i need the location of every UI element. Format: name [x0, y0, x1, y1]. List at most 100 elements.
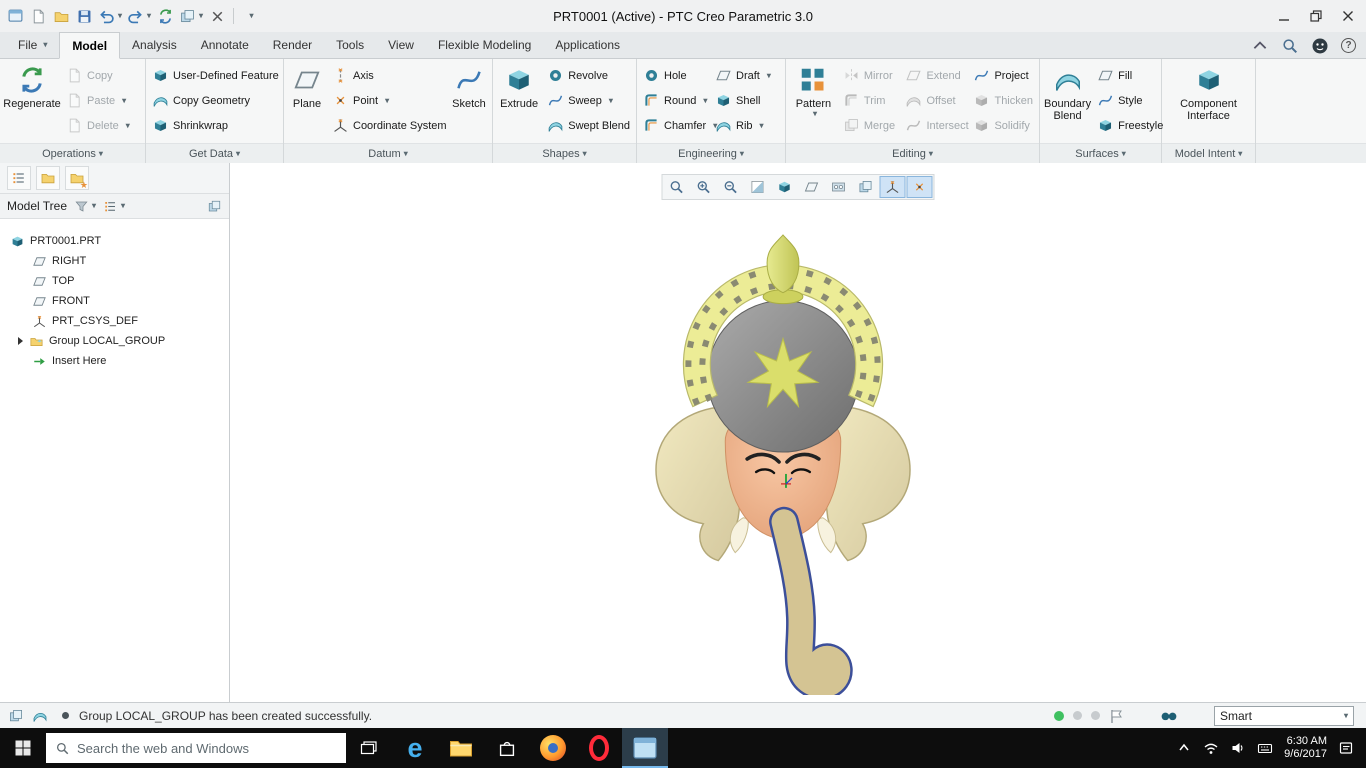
tree-show-button[interactable]	[207, 199, 222, 214]
ribbon-button-delete[interactable]: Delete ▾	[63, 113, 133, 138]
taskbar-clock[interactable]: 6:30 AM 9/6/2017	[1284, 735, 1327, 761]
ribbon-button-style[interactable]: Style	[1094, 88, 1166, 113]
save-button[interactable]	[73, 4, 95, 28]
repaint-button[interactable]	[745, 176, 771, 198]
zoom-out-button[interactable]	[718, 176, 744, 198]
ribbon-button-intersect[interactable]: Intersect	[902, 113, 969, 138]
tab-applications[interactable]: Applications	[543, 32, 632, 58]
network-wifi-icon[interactable]	[1203, 740, 1219, 756]
file-explorer-taskbar-icon[interactable]	[438, 728, 484, 768]
tree-item-default-csys[interactable]: PRT_CSYS_DEF	[0, 311, 229, 331]
group-label-shapes[interactable]: Shapes ▾	[493, 143, 636, 163]
favorites-tab-button[interactable]: ★	[65, 166, 89, 190]
ribbon-button-sweep[interactable]: Sweep ▾	[544, 88, 633, 113]
tab-annotate[interactable]: Annotate	[189, 32, 261, 58]
undo-button[interactable]: ▾	[96, 4, 124, 28]
ribbon-button-trim[interactable]: Trim	[840, 88, 901, 113]
ribbon-button-copy-geometry[interactable]: Copy Geometry	[149, 88, 282, 113]
perspective-button[interactable]	[799, 176, 825, 198]
ribbon-button-hole[interactable]: Hole	[640, 63, 710, 88]
group-label-operations[interactable]: Operations ▾	[0, 143, 145, 163]
redo-button[interactable]: ▾	[125, 4, 153, 28]
ribbon-button-revolve[interactable]: Revolve	[544, 63, 633, 88]
help-icon[interactable]: ?	[1341, 38, 1356, 53]
app-icon[interactable]	[4, 4, 26, 28]
new-file-button[interactable]	[27, 4, 49, 28]
regenerate-quick-button[interactable]	[154, 4, 176, 28]
annotation-display-button[interactable]	[906, 176, 933, 198]
graphics-area[interactable]	[230, 163, 1366, 702]
minimize-ribbon-button[interactable]	[1251, 37, 1269, 55]
selection-filter-dropdown[interactable]: Smart ▾	[1214, 705, 1354, 726]
firefox-taskbar-icon[interactable]	[530, 728, 576, 768]
group-label-surfaces[interactable]: Surfaces ▾	[1040, 143, 1161, 163]
group-label-model-intent[interactable]: Model Intent ▾	[1162, 143, 1255, 163]
ribbon-button-regenerate[interactable]: Regenerate	[3, 62, 61, 140]
tree-item-front-plane[interactable]: FRONT	[0, 291, 229, 311]
tree-item-local-group[interactable]: Group LOCAL_GROUP	[0, 331, 229, 351]
taskbar-search[interactable]	[46, 733, 346, 763]
tree-item-part-root[interactable]: PRT0001.PRT	[0, 231, 229, 251]
saved-orientations-button[interactable]	[826, 176, 852, 198]
close-window-button[interactable]	[206, 4, 228, 28]
minimize-button[interactable]	[1270, 5, 1298, 27]
group-label-get-data[interactable]: Get Data ▾	[146, 143, 283, 163]
tab-model[interactable]: Model	[59, 32, 121, 59]
tree-columns-button[interactable]: ▾	[103, 199, 125, 214]
tab-render[interactable]: Render	[261, 32, 324, 58]
tab-tools[interactable]: Tools	[324, 32, 376, 58]
action-center-icon[interactable]	[1338, 740, 1354, 756]
ribbon-button-round[interactable]: Round ▾	[640, 88, 710, 113]
group-label-editing[interactable]: Editing ▾	[786, 143, 1039, 163]
expand-arrow-icon[interactable]	[18, 337, 23, 345]
restore-button[interactable]	[1302, 5, 1330, 27]
ribbon-button-fill[interactable]: Fill	[1094, 63, 1166, 88]
creo-taskbar-icon[interactable]	[622, 728, 668, 768]
ribbon-button-extrude[interactable]: Extrude	[496, 62, 542, 140]
ribbon-button-sketch[interactable]: Sketch	[449, 62, 489, 140]
ribbon-button-coordinate-system[interactable]: Coordinate System	[329, 113, 447, 138]
tab-flexible-modeling[interactable]: Flexible Modeling	[426, 32, 543, 58]
start-button[interactable]	[0, 728, 46, 768]
ribbon-button-copy[interactable]: Copy	[63, 63, 133, 88]
ribbon-button-mirror[interactable]: Mirror	[840, 63, 901, 88]
ribbon-button-draft[interactable]: Draft ▾	[712, 63, 782, 88]
ganesha-3d-model[interactable]	[618, 227, 948, 695]
zoom-in-button[interactable]	[691, 176, 717, 198]
ribbon-button-project[interactable]: Project	[970, 63, 1036, 88]
group-label-datum[interactable]: Datum ▾	[284, 143, 492, 163]
window-switch-button[interactable]: ▾	[177, 4, 205, 28]
tab-view[interactable]: View	[376, 32, 426, 58]
tray-chevron-icon[interactable]	[1176, 740, 1192, 756]
close-button[interactable]	[1334, 5, 1362, 27]
tree-filters-button[interactable]: ▾	[74, 199, 96, 214]
ribbon-button-extend[interactable]: Extend	[902, 63, 968, 88]
ribbon-button-boundary-blend[interactable]: Boundary Blend	[1043, 62, 1092, 140]
search-model-icon[interactable]	[1160, 708, 1178, 723]
ribbon-button-plane[interactable]: Plane	[287, 62, 327, 140]
ribbon-button-chamfer[interactable]: Chamfer ▾	[640, 113, 717, 138]
ribbon-button-pattern[interactable]: Pattern ▾	[789, 62, 838, 140]
ribbon-button-point[interactable]: Point ▾	[329, 88, 447, 113]
touch-keyboard-icon[interactable]	[1257, 740, 1273, 756]
tree-item-right-plane[interactable]: RIGHT	[0, 251, 229, 271]
refit-button[interactable]	[664, 176, 690, 198]
browser-toggle-icon[interactable]	[32, 708, 48, 724]
tab-file[interactable]: File ▾	[6, 32, 59, 58]
navigator-toggle-icon[interactable]	[8, 708, 24, 724]
opera-taskbar-icon[interactable]	[576, 728, 622, 768]
tree-item-top-plane[interactable]: TOP	[0, 271, 229, 291]
ribbon-button-user-defined-feature[interactable]: User-Defined Feature	[149, 63, 282, 88]
ribbon-button-freestyle[interactable]: Freestyle	[1094, 113, 1166, 138]
tab-analysis[interactable]: Analysis	[120, 32, 189, 58]
ribbon-button-offset[interactable]: Offset	[902, 88, 968, 113]
taskbar-search-input[interactable]	[77, 740, 337, 756]
volume-icon[interactable]	[1230, 740, 1246, 756]
datum-display-filters-button[interactable]	[879, 176, 906, 198]
ribbon-button-shell[interactable]: Shell	[712, 88, 782, 113]
ribbon-button-thicken[interactable]: Thicken	[970, 88, 1036, 113]
customize-qat-button[interactable]: ▾	[239, 4, 261, 28]
store-taskbar-icon[interactable]	[484, 728, 530, 768]
view-manager-button[interactable]	[853, 176, 879, 198]
model-tree-tab-button[interactable]	[7, 166, 31, 190]
